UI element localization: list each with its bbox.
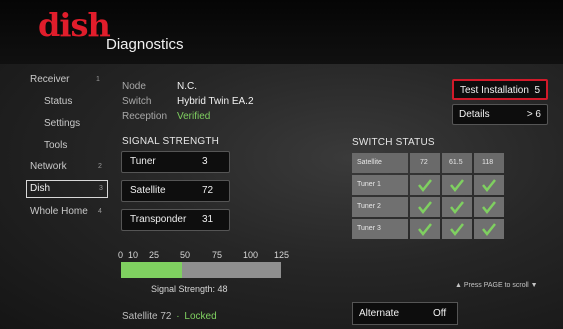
table-cell	[410, 175, 440, 195]
signal-strength-fill	[121, 262, 183, 278]
sidebar-item-whole-home[interactable]: Whole Home	[30, 206, 88, 217]
check-icon	[482, 201, 496, 215]
switch-value: Hybrid Twin EA.2	[177, 96, 254, 107]
table-cell	[442, 219, 472, 239]
alternate-value: Off	[433, 308, 447, 319]
satellite-label: Satellite	[130, 185, 166, 196]
scroll-hint: ▲ Press PAGE to scroll ▼	[455, 282, 538, 289]
node-label: Node	[122, 81, 146, 92]
scale-tick: 125	[274, 250, 290, 260]
alternate-toggle[interactable]: Alternate Off	[352, 302, 458, 325]
signal-strength-bar	[121, 262, 281, 278]
dish-logo: dish	[38, 6, 111, 44]
check-icon	[450, 223, 464, 237]
table-header-cell: Satellite	[352, 153, 408, 173]
table-cell	[410, 219, 440, 239]
tuner-label: Tuner	[130, 156, 156, 167]
satellite-lock-status: Satellite 72 · Locked	[122, 311, 217, 322]
satellite-value: 72	[202, 185, 214, 196]
table-row-label: Tuner 3	[352, 219, 408, 239]
table-cell	[410, 197, 440, 217]
screen: dish Diagnostics Receiver 1 Status Setti…	[0, 0, 563, 329]
reception-value: Verified	[177, 111, 211, 122]
sidebar-num-receiver: 1	[96, 76, 100, 83]
check-icon	[418, 201, 432, 215]
tuner-field: Tuner 3	[121, 151, 230, 173]
alternate-label: Alternate	[359, 308, 400, 319]
details-button[interactable]: Details > 6	[452, 104, 548, 125]
scale-tick: 25	[149, 250, 160, 260]
table-header-cell: 61.5	[442, 153, 472, 173]
table-cell	[442, 175, 472, 195]
table-row-label: Tuner 1	[352, 175, 408, 195]
satellite-field: Satellite 72	[121, 180, 230, 202]
transponder-label: Transponder	[130, 214, 187, 225]
table-cell	[474, 175, 504, 195]
scale-tick: 50	[180, 250, 191, 260]
table-header-cell: 72	[410, 153, 440, 173]
test-installation-button[interactable]: Test Installation 5	[452, 79, 548, 100]
check-icon	[450, 179, 464, 193]
switch-status-title: SWITCH STATUS	[352, 137, 435, 148]
table-cell	[442, 197, 472, 217]
scale-tick: 10	[128, 250, 139, 260]
sidebar-item-tools[interactable]: Tools	[44, 140, 67, 151]
table-cell	[474, 197, 504, 217]
sidebar-item-settings[interactable]: Settings	[44, 118, 80, 129]
check-icon	[450, 201, 464, 215]
header-bar: dish Diagnostics	[0, 0, 563, 64]
sidebar-num-network: 2	[98, 163, 102, 170]
sidebar-item-dish[interactable]: Dish	[30, 183, 50, 194]
scale-tick: 100	[243, 250, 259, 260]
check-icon	[418, 179, 432, 193]
page-title: Diagnostics	[106, 36, 184, 53]
lock-status-prefix: Satellite 72	[122, 311, 172, 322]
sidebar-item-status[interactable]: Status	[44, 96, 72, 107]
switch-label: Switch	[122, 96, 152, 107]
test-installation-key: 5	[534, 85, 540, 96]
sidebar-item-network[interactable]: Network	[30, 161, 67, 172]
table-row-label: Tuner 2	[352, 197, 408, 217]
signal-strength-title: SIGNAL STRENGTH	[122, 136, 220, 147]
table-cell	[474, 219, 504, 239]
node-value: N.C.	[177, 81, 197, 92]
scale-tick: 75	[212, 250, 223, 260]
lock-status-separator: ·	[176, 311, 180, 322]
table-header-cell: 118	[474, 153, 504, 173]
check-icon	[482, 179, 496, 193]
test-installation-label: Test Installation	[460, 85, 529, 96]
reception-label: Reception	[122, 111, 168, 122]
signal-strength-text: Signal Strength: 48	[151, 284, 228, 294]
details-key: > 6	[526, 109, 541, 120]
sidebar-item-receiver[interactable]: Receiver	[30, 74, 69, 85]
lock-status-value: Locked	[184, 311, 217, 322]
transponder-value: 31	[202, 214, 214, 225]
sidebar-num-dish: 3	[99, 185, 103, 192]
details-label: Details	[459, 109, 490, 120]
scale-tick: 0	[118, 250, 124, 260]
check-icon	[418, 223, 432, 237]
sidebar-num-whole-home: 4	[98, 208, 102, 215]
check-icon	[482, 223, 496, 237]
transponder-field: Transponder 31	[121, 209, 230, 231]
tuner-value: 3	[202, 156, 208, 167]
